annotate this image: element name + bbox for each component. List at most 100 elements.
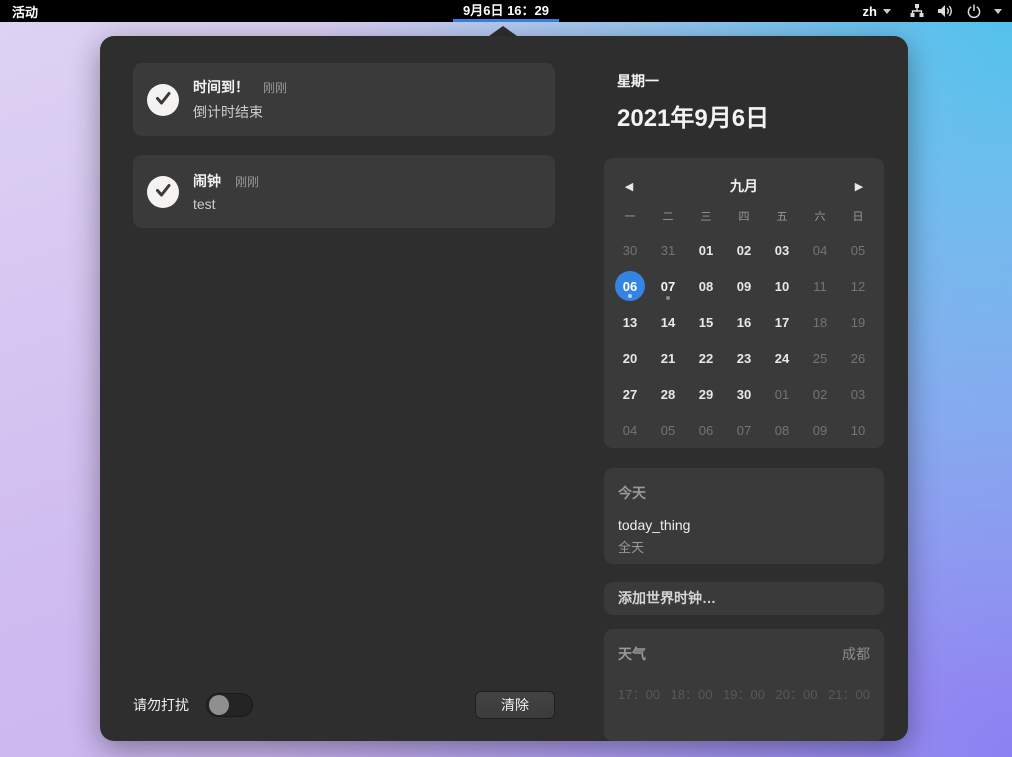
notification-list: 时间到！ 刚刚 倒计时结束 闹钟 刚刚 test — [133, 63, 555, 247]
calendar-day[interactable]: 22 — [687, 340, 725, 376]
today-events-card[interactable]: 今天 today_thing 全天 — [604, 468, 884, 564]
calendar-day[interactable]: 09 — [801, 412, 839, 448]
calendar-day[interactable]: 15 — [687, 304, 725, 340]
calendar-day[interactable]: 27 — [611, 376, 649, 412]
calendar-day[interactable]: 19 — [839, 304, 877, 340]
notification-body: 倒计时结束 — [193, 102, 287, 122]
calendar-day[interactable]: 14 — [649, 304, 687, 340]
calendar-grid: 3031010203040506070809101112131415161718… — [604, 232, 884, 448]
calendar-day[interactable]: 05 — [649, 412, 687, 448]
calendar-day[interactable]: 18 — [801, 304, 839, 340]
calendar-day[interactable]: 16 — [725, 304, 763, 340]
topbar-right: zh — [853, 0, 1012, 22]
calendar-day[interactable]: 01 — [763, 376, 801, 412]
calendar-day[interactable]: 06 — [687, 412, 725, 448]
weather-time: 21：00 — [828, 684, 870, 703]
clock-icon — [147, 176, 179, 208]
calendar-section: 星期一 2021年9月6日 ◀ 九月 ▶ 一二三四五六日 30310102030… — [604, 63, 884, 741]
weekday-label: 六 — [801, 208, 839, 224]
weekday-label: 一 — [611, 208, 649, 224]
calendar-day[interactable]: 13 — [611, 304, 649, 340]
chevron-down-icon — [883, 9, 891, 14]
top-bar: 活动 9月6日 16：29 zh — [0, 0, 1012, 22]
activities-button[interactable]: 活动 — [0, 0, 50, 22]
weather-header: 天气 成都 — [618, 644, 870, 664]
calendar-day[interactable]: 02 — [801, 376, 839, 412]
event-dot — [666, 296, 670, 300]
desktop: { "topbar": { "activities_label": "活动", … — [0, 0, 1012, 757]
calendar-day[interactable]: 30 — [611, 232, 649, 268]
calendar-day[interactable]: 08 — [763, 412, 801, 448]
calendar-day[interactable]: 09 — [725, 268, 763, 304]
calendar-prev-button[interactable]: ◀ — [612, 170, 646, 202]
calendar-day[interactable]: 31 — [649, 232, 687, 268]
calendar-day[interactable]: 07 — [725, 412, 763, 448]
calendar-day[interactable]: 23 — [725, 340, 763, 376]
notification-title: 时间到！ — [193, 77, 249, 97]
calendar-day[interactable]: 04 — [801, 232, 839, 268]
weekday-label: 五 — [763, 208, 801, 224]
clock-label: 9月6日 16：29 — [463, 0, 549, 19]
today-section-label: 今天 — [618, 483, 870, 503]
power-icon — [966, 3, 982, 19]
calendar-day[interactable]: 17 — [763, 304, 801, 340]
system-menu-button[interactable] — [909, 0, 1002, 22]
calendar-day[interactable]: 11 — [801, 268, 839, 304]
clear-button-label: 清除 — [501, 695, 529, 715]
dnd-toggle[interactable] — [206, 693, 253, 717]
calendar-month-label: 九月 — [730, 176, 758, 196]
calendar-day[interactable]: 25 — [801, 340, 839, 376]
calendar-header: ◀ 九月 ▶ — [604, 170, 884, 202]
date-header: 星期一 2021年9月6日 — [604, 71, 884, 133]
calendar-day[interactable]: 30 — [725, 376, 763, 412]
event-time: 全天 — [618, 537, 870, 556]
clock-button[interactable]: 9月6日 16：29 — [453, 0, 559, 22]
notification-title: 闹钟 — [193, 171, 221, 191]
calendar-day[interactable]: 29 — [687, 376, 725, 412]
notification-card[interactable]: 时间到！ 刚刚 倒计时结束 — [133, 63, 555, 136]
calendar-day[interactable]: 24 — [763, 340, 801, 376]
weather-card[interactable]: 天气 成都 17：0018：0019：0020：0021：00 — [604, 629, 884, 741]
keyboard-layout-button[interactable]: zh — [863, 0, 891, 22]
calendar-day[interactable]: 02 — [725, 232, 763, 268]
network-wired-icon — [909, 3, 925, 19]
calendar-day[interactable]: 06 — [611, 268, 649, 304]
calendar-day[interactable]: 12 — [839, 268, 877, 304]
weekday-label: 四 — [725, 208, 763, 224]
weather-location-label: 成都 — [842, 644, 870, 664]
world-clocks-button[interactable]: 添加世界时钟… — [604, 582, 884, 615]
calendar-day[interactable]: 03 — [839, 376, 877, 412]
chevron-down-icon — [994, 9, 1002, 14]
calendar-popover: 时间到！ 刚刚 倒计时结束 闹钟 刚刚 test 请勿打扰 清除 — [100, 36, 908, 741]
weekday-header-row: 一二三四五六日 — [604, 208, 884, 224]
notification-section: 时间到！ 刚刚 倒计时结束 闹钟 刚刚 test 请勿打扰 清除 — [133, 63, 555, 719]
popover-arrow — [489, 26, 517, 36]
calendar-day[interactable]: 28 — [649, 376, 687, 412]
calendar-day[interactable]: 20 — [611, 340, 649, 376]
calendar-next-button[interactable]: ▶ — [842, 170, 876, 202]
calendar-day[interactable]: 08 — [687, 268, 725, 304]
weather-time: 18：00 — [671, 684, 713, 703]
notification-card[interactable]: 闹钟 刚刚 test — [133, 155, 555, 228]
calendar-day[interactable]: 03 — [763, 232, 801, 268]
weather-time: 19：00 — [723, 684, 765, 703]
volume-icon — [937, 3, 954, 19]
weather-times-row: 17：0018：0019：0020：0021：00 — [618, 684, 870, 703]
calendar-day[interactable]: 10 — [763, 268, 801, 304]
calendar-day[interactable]: 26 — [839, 340, 877, 376]
weather-time: 20：00 — [776, 684, 818, 703]
calendar-day[interactable]: 05 — [839, 232, 877, 268]
activities-label: 活动 — [12, 2, 38, 21]
event-title: today_thing — [618, 517, 870, 533]
notification-text: 闹钟 刚刚 test — [193, 171, 259, 212]
clear-button[interactable]: 清除 — [475, 691, 555, 719]
weekday-label: 二 — [649, 208, 687, 224]
calendar-day[interactable]: 07 — [649, 268, 687, 304]
weekday-label: 三 — [687, 208, 725, 224]
calendar-day[interactable]: 01 — [687, 232, 725, 268]
calendar-day[interactable]: 10 — [839, 412, 877, 448]
weekday-label: 日 — [839, 208, 877, 224]
calendar-day[interactable]: 21 — [649, 340, 687, 376]
calendar-day[interactable]: 04 — [611, 412, 649, 448]
full-date-title: 2021年9月6日 — [617, 98, 884, 133]
